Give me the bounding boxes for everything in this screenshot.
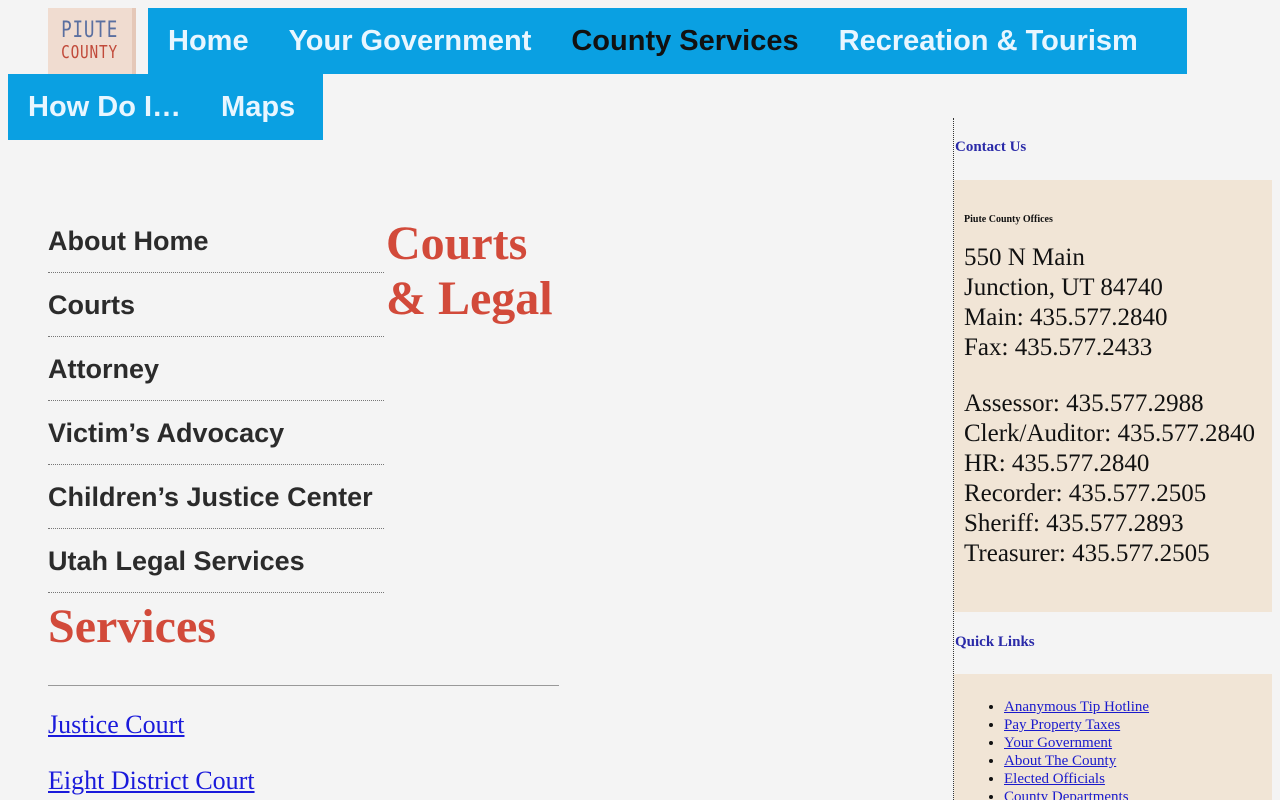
contact-us-heading: Contact Us: [955, 139, 1027, 155]
contact-sheriff: Sheriff: 435.577.2893: [964, 510, 1184, 537]
contact-fax: Fax: 435.577.2433: [964, 334, 1153, 361]
section-submenu: About Home Courts Attorney Victim’s Advo…: [48, 209, 384, 593]
logo-text-piute: PIUTE: [61, 18, 119, 43]
page-title-line2: & Legal: [386, 272, 553, 325]
quick-link-elected-officials[interactable]: Elected Officials: [1004, 771, 1105, 787]
link-eight-district-court[interactable]: Eight District Court: [48, 766, 255, 796]
submenu-courts[interactable]: Courts: [48, 273, 384, 337]
nav-your-government[interactable]: Your Government: [269, 25, 552, 58]
nav-county-services[interactable]: County Services: [551, 25, 818, 58]
nav-home[interactable]: Home: [148, 25, 269, 58]
quick-link-pay-property-taxes[interactable]: Pay Property Taxes: [1004, 717, 1120, 733]
quick-links-list: Ananymous Tip Hotline Pay Property Taxes…: [954, 674, 1272, 800]
contact-hr: HR: 435.577.2840: [964, 450, 1150, 477]
quick-links-box: Ananymous Tip Hotline Pay Property Taxes…: [954, 674, 1272, 800]
list-item: About The County: [1004, 752, 1272, 770]
services-heading: Services: [48, 600, 216, 653]
page: PIUTE COUNTY Home Your Government County…: [0, 0, 1280, 800]
contact-main-phone: Main: 435.577.2840: [964, 304, 1168, 331]
office-name: Piute County Offices: [964, 214, 1053, 225]
main-nav: Home Your Government County Services Rec…: [148, 8, 1187, 74]
submenu-about-home[interactable]: About Home: [48, 209, 384, 273]
submenu-utah-legal-services[interactable]: Utah Legal Services: [48, 529, 384, 593]
nav-recreation-tourism[interactable]: Recreation & Tourism: [819, 25, 1158, 58]
submenu-childrens-justice-center[interactable]: Children’s Justice Center: [48, 465, 384, 529]
contact-spacer: [964, 363, 1272, 389]
link-justice-court[interactable]: Justice Court: [48, 710, 185, 740]
page-title-line1: Courts: [386, 217, 528, 270]
contact-assessor: Assessor: 435.577.2988: [964, 390, 1204, 417]
list-item: Ananymous Tip Hotline: [1004, 698, 1272, 716]
quick-links-heading: Quick Links: [955, 634, 1035, 650]
page-title: Courts & Legal: [386, 216, 586, 326]
list-item: Elected Officials: [1004, 770, 1272, 788]
submenu-attorney[interactable]: Attorney: [48, 337, 384, 401]
contact-recorder: Recorder: 435.577.2505: [964, 480, 1207, 507]
services-divider: [48, 685, 559, 686]
quick-link-county-departments[interactable]: County Departments: [1004, 789, 1129, 800]
list-item: County Departments: [1004, 788, 1272, 800]
main-nav-row2: How Do I… Maps: [8, 74, 323, 140]
submenu-victims-advocacy[interactable]: Victim’s Advocacy: [48, 401, 384, 465]
quick-link-tip-hotline[interactable]: Ananymous Tip Hotline: [1004, 699, 1149, 715]
list-item: Your Government: [1004, 734, 1272, 752]
logo-text-county: COUNTY: [61, 42, 119, 63]
quick-link-your-government[interactable]: Your Government: [1004, 735, 1112, 751]
contact-clerk-auditor: Clerk/Auditor: 435.577.2840: [964, 420, 1255, 447]
contact-address-city: Junction, UT 84740: [964, 274, 1163, 301]
list-item: Pay Property Taxes: [1004, 716, 1272, 734]
contact-address-street: 550 N Main: [964, 244, 1085, 271]
quick-link-about-the-county[interactable]: About The County: [1004, 753, 1116, 769]
nav-how-do-i[interactable]: How Do I…: [8, 91, 201, 124]
contact-box: Piute County Offices 550 N Main Junction…: [954, 180, 1272, 612]
county-logo[interactable]: PIUTE COUNTY: [48, 8, 136, 74]
nav-maps[interactable]: Maps: [201, 91, 315, 124]
contact-treasurer: Treasurer: 435.577.2505: [964, 540, 1210, 567]
